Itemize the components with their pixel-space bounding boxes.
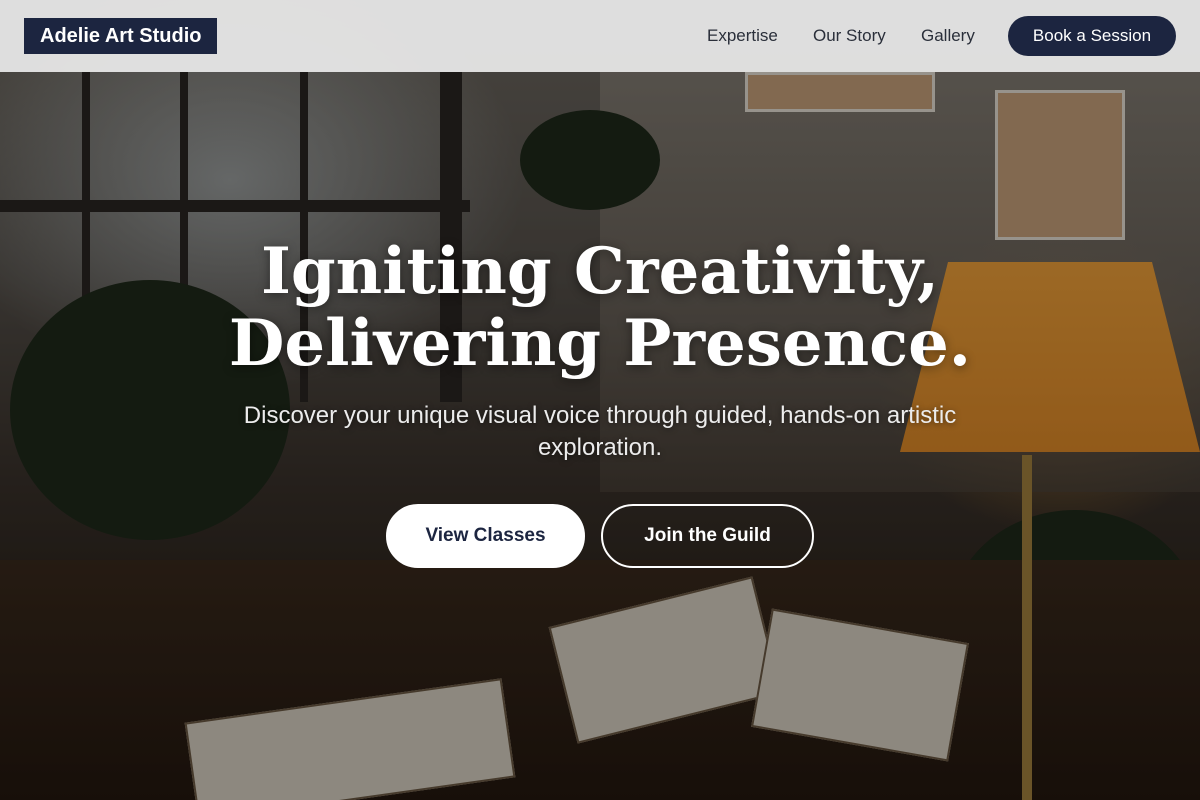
nav-link-our-story[interactable]: Our Story	[813, 24, 886, 48]
hero-headline: Igniting Creativity, Delivering Presence…	[0, 236, 1200, 380]
site-header: Adelie Art Studio Expertise Our Story Ga…	[0, 0, 1200, 72]
headline-line-2: Delivering Presence.	[228, 306, 972, 381]
book-session-button[interactable]: Book a Session	[1008, 16, 1176, 56]
hero-subtitle: Discover your unique visual voice throug…	[243, 402, 957, 461]
nav-link-expertise[interactable]: Expertise	[707, 24, 778, 48]
join-guild-button[interactable]: Join the Guild	[601, 504, 814, 568]
view-classes-button[interactable]: View Classes	[386, 504, 585, 568]
nav-link-gallery[interactable]: Gallery	[921, 24, 975, 48]
brand-logo[interactable]: Adelie Art Studio	[24, 18, 218, 54]
headline-line-1: Igniting Creativity,	[260, 234, 940, 309]
